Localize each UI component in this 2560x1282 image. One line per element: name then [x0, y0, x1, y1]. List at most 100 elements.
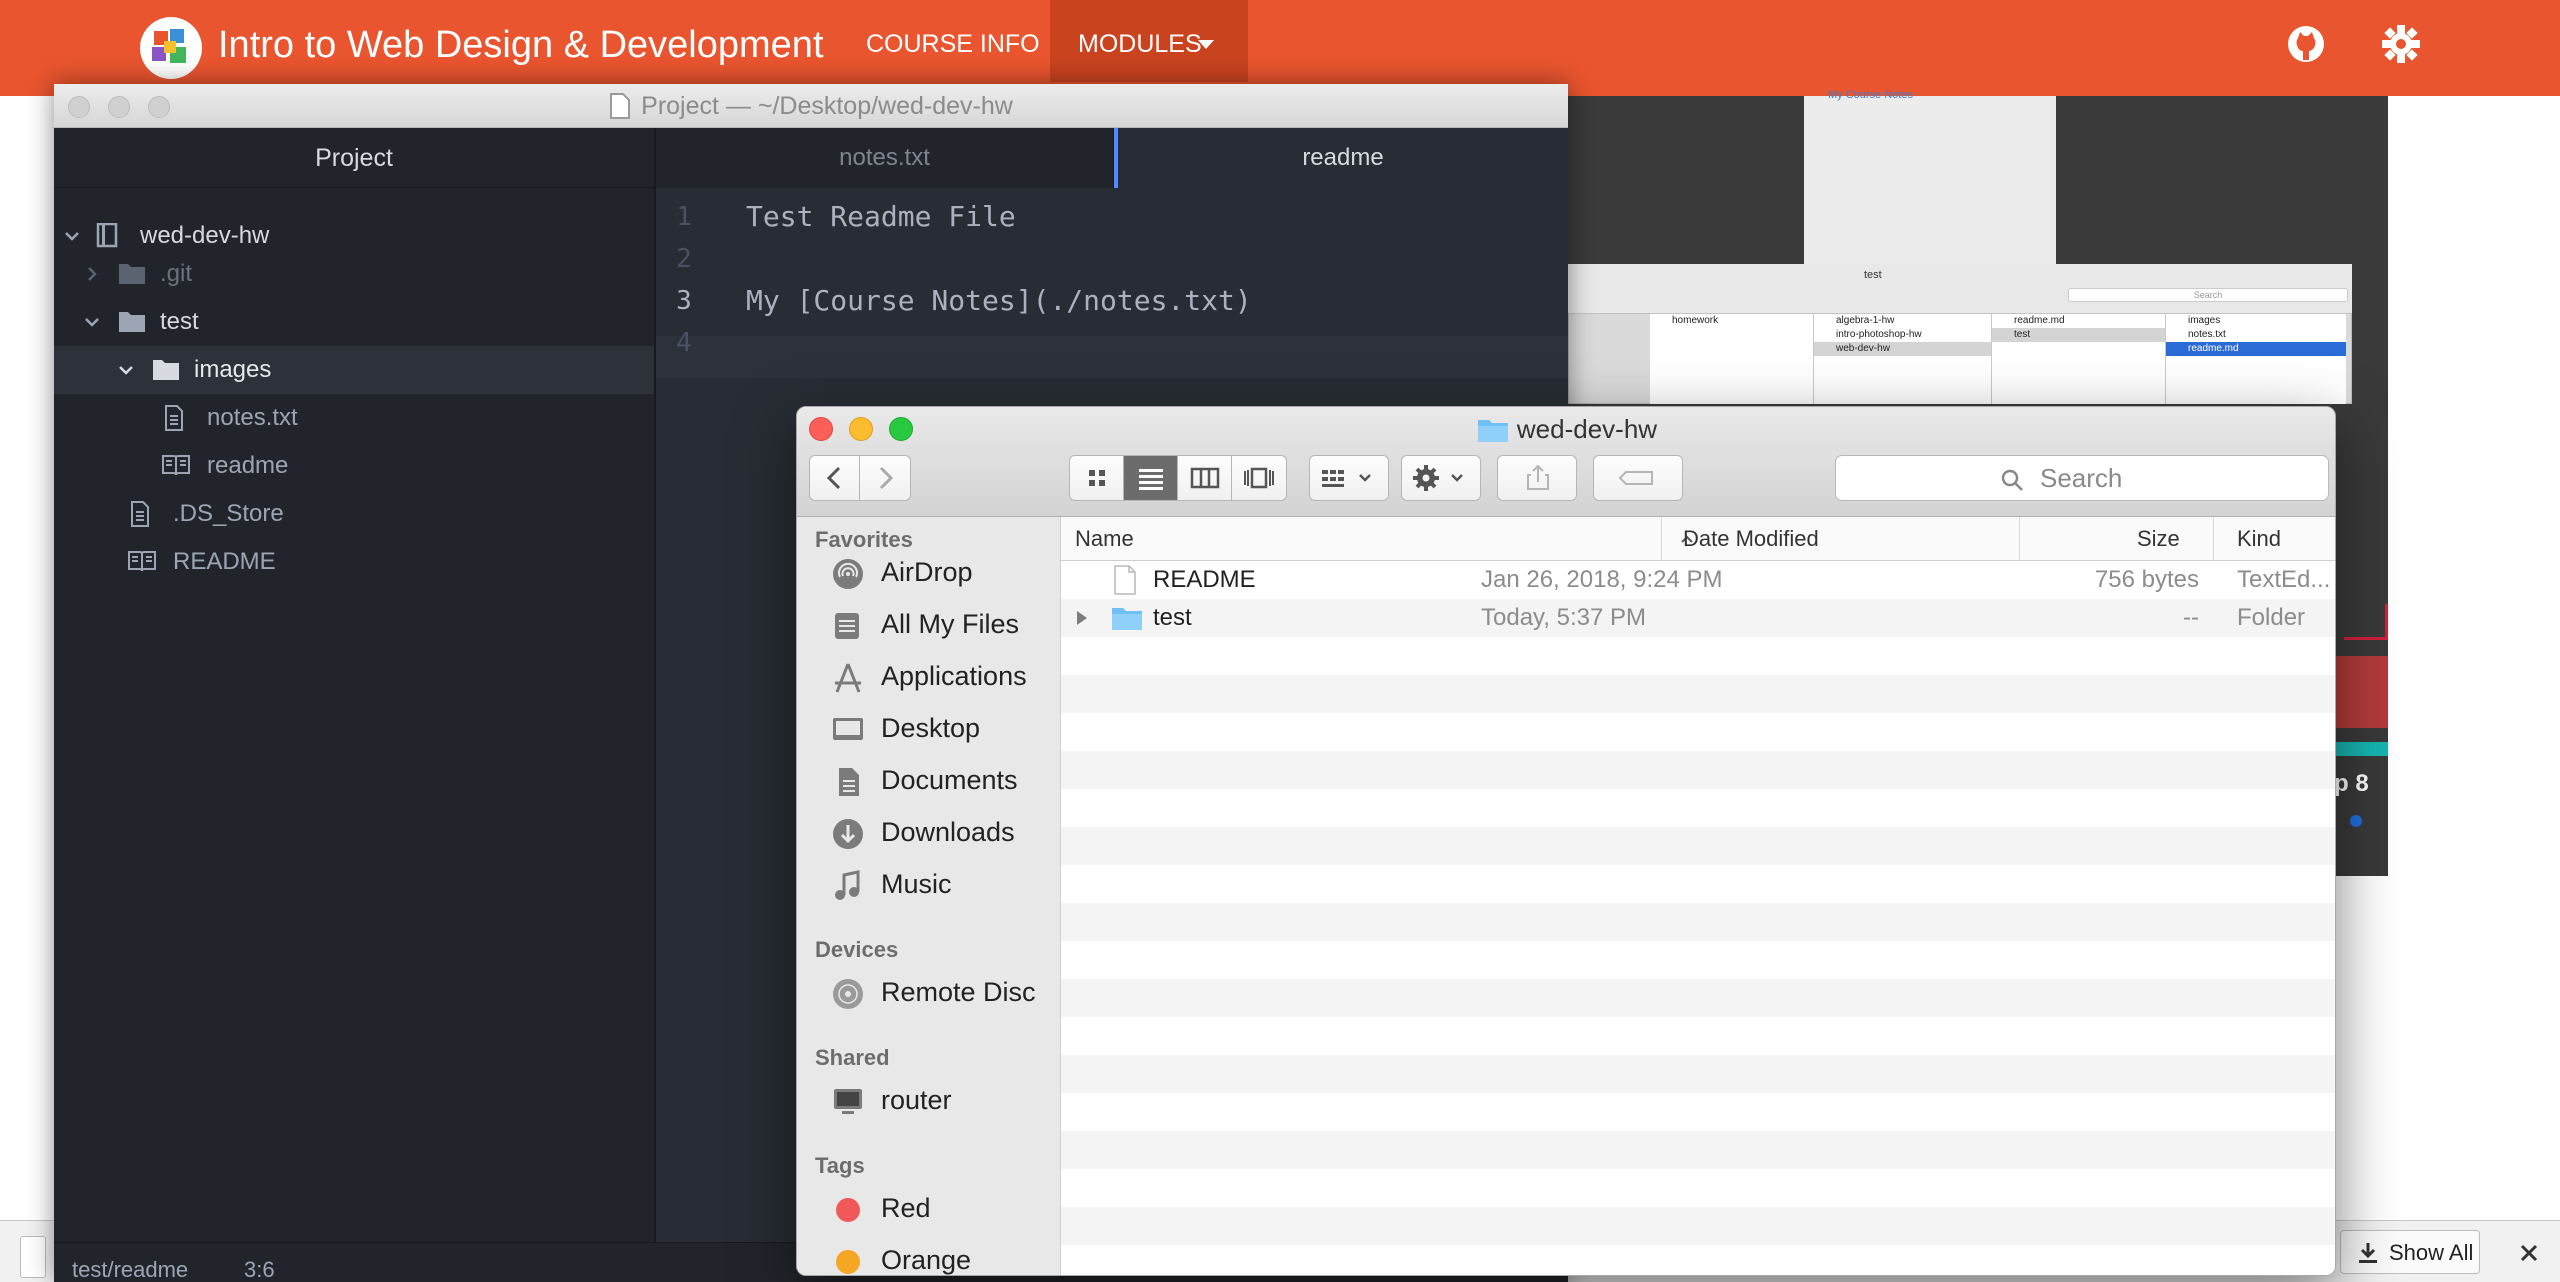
code-line[interactable]: My [Course Notes](./notes.txt): [746, 284, 1252, 317]
all-files-icon: [835, 613, 859, 639]
line-number: 2: [676, 244, 692, 274]
tree-item-readme[interactable]: readme: [54, 442, 654, 490]
list-view-icon: [1139, 469, 1163, 490]
background-progress: [2330, 742, 2388, 756]
sidebar-item-remote-disc[interactable]: Remote Disc: [797, 967, 1061, 1015]
column-divider[interactable]: [1661, 517, 1662, 561]
share-button[interactable]: [1497, 455, 1577, 501]
column-divider[interactable]: [2019, 517, 2020, 561]
folder-icon: [119, 312, 145, 332]
code-line[interactable]: Test Readme File: [746, 200, 1016, 233]
status-file-path[interactable]: test/readme: [72, 1257, 188, 1282]
background-red-frame: [2344, 604, 2388, 640]
file-row-readme[interactable]: README Jan 26, 2018, 9:24 PM 756 bytes T…: [1061, 561, 2335, 599]
tree-item-images[interactable]: images: [54, 346, 654, 394]
sidebar-item-label: All My Files: [881, 609, 1020, 639]
file-size: 756 bytes: [2094, 566, 2199, 593]
background-column-item: web-dev-hw: [1814, 342, 1991, 356]
sidebar-item-label: Applications: [881, 661, 1027, 691]
background-screenshot-title: test: [1864, 269, 1882, 281]
file-date: Jan 26, 2018, 9:24 PM: [1481, 566, 1723, 593]
finder-window-title: wed-dev-hw: [797, 411, 2335, 447]
sidebar-item-tag-red[interactable]: Red: [797, 1183, 1061, 1231]
background-screenshot-search: Search: [2068, 288, 2348, 302]
edit-tags-button[interactable]: [1593, 455, 1683, 501]
atom-window-title: Project — ~/Desktop/wed-dev-hw: [54, 84, 1568, 128]
github-icon[interactable]: [2284, 22, 2328, 66]
background-note-text: My Course Notes: [1828, 89, 1913, 101]
sidebar-item-label: router: [881, 1085, 952, 1115]
tree-item-git[interactable]: .git: [54, 250, 654, 298]
sidebar-item-applications[interactable]: Applications: [797, 651, 1061, 699]
tree-item-ds-store[interactable]: .DS_Store: [54, 490, 654, 538]
atom-titlebar[interactable]: Project — ~/Desktop/wed-dev-hw: [54, 84, 1568, 128]
list-rows[interactable]: README Jan 26, 2018, 9:24 PM 756 bytes T…: [1061, 561, 2335, 1275]
column-divider[interactable]: [2213, 517, 2214, 561]
view-mode-group: [1069, 455, 1287, 501]
file-date: Today, 5:37 PM: [1481, 604, 1646, 631]
list-view-button[interactable]: [1124, 456, 1178, 500]
forward-button[interactable]: [860, 456, 910, 500]
book-icon: [128, 551, 156, 572]
site-title[interactable]: Intro to Web Design & Development: [218, 20, 824, 70]
tab-readme[interactable]: readme: [1114, 128, 1568, 188]
search-placeholder: Search: [2040, 463, 2123, 493]
chevron-left-icon: [826, 466, 841, 490]
background-column: homework: [1650, 314, 1814, 404]
column-header-kind[interactable]: Kind: [2237, 525, 2281, 553]
sidebar-item-music[interactable]: Music: [797, 859, 1061, 907]
puzzle-icon[interactable]: [2379, 22, 2423, 66]
file-size: --: [2183, 604, 2199, 631]
sidebar-item-label: Documents: [881, 765, 1018, 795]
column-header-date[interactable]: Date Modified: [1683, 525, 1819, 553]
file-name: README: [1153, 566, 1256, 593]
finder-toolbar: wed-dev-hw Search: [797, 407, 2335, 517]
disclosure-triangle-icon[interactable]: [1075, 610, 1089, 626]
document-icon: [1114, 565, 1136, 595]
cover-flow-icon: [1244, 467, 1274, 489]
icon-view-button[interactable]: [1070, 456, 1124, 500]
download-item[interactable]: [20, 1236, 46, 1278]
group-by-button[interactable]: [1309, 455, 1389, 501]
background-column: algebra-1-hw intro-photoshop-hw web-dev-…: [1814, 314, 1992, 404]
column-header-size[interactable]: Size: [2137, 525, 2180, 553]
back-button[interactable]: [810, 456, 860, 500]
nav-modules-dropdown[interactable]: MODULES: [1050, 0, 1248, 82]
sidebar-item-tag-orange[interactable]: Orange: [797, 1235, 1061, 1275]
atom-window-title-text: Project — ~/Desktop/wed-dev-hw: [641, 92, 1013, 120]
sidebar-item-label: AirDrop: [881, 557, 973, 587]
tree-item-label: .git: [160, 260, 193, 287]
status-cursor-position[interactable]: 3:6: [244, 1257, 275, 1282]
cover-flow-button[interactable]: [1232, 456, 1286, 500]
tab-notes-txt[interactable]: notes.txt: [656, 128, 1114, 188]
tree-item-test[interactable]: test: [54, 298, 654, 346]
sidebar-item-all-my-files[interactable]: All My Files: [797, 599, 1061, 647]
nav-modules-label: MODULES: [1078, 30, 1202, 58]
action-button[interactable]: [1401, 455, 1481, 501]
sidebar-item-airdrop[interactable]: AirDrop: [797, 547, 1061, 595]
sidebar-item-label: Remote Disc: [881, 977, 1036, 1007]
sidebar-item-documents[interactable]: Documents: [797, 755, 1061, 803]
file-row-test[interactable]: test Today, 5:37 PM -- Folder: [1061, 599, 2335, 637]
folder-icon: [1112, 608, 1142, 630]
show-all-button[interactable]: Show All: [2340, 1230, 2480, 1274]
search-field[interactable]: Search: [1835, 455, 2329, 501]
sidebar-item-desktop[interactable]: Desktop: [797, 703, 1061, 751]
cursor-line-highlight: [656, 336, 1568, 378]
file-list: Name Date Modified Size Kind README Jan …: [1061, 517, 2335, 1275]
background-column: readme.md test: [1992, 314, 2166, 404]
column-header-name[interactable]: Name: [1075, 525, 1134, 553]
devices-header: Devices: [815, 937, 899, 962]
sidebar-item-router[interactable]: router: [797, 1075, 1061, 1123]
tree-item-readme-root[interactable]: README: [54, 538, 654, 586]
site-logo[interactable]: [140, 17, 202, 79]
column-view-button[interactable]: [1178, 456, 1232, 500]
close-icon[interactable]: [2516, 1240, 2542, 1266]
tree-item-notes-txt[interactable]: notes.txt: [54, 394, 654, 442]
tag-dot-orange-icon: [836, 1250, 860, 1274]
file-text-icon: [165, 405, 183, 431]
tag-icon: [1618, 471, 1653, 485]
sidebar-item-downloads[interactable]: Downloads: [797, 807, 1061, 855]
nav-course-info[interactable]: COURSE INFO: [866, 26, 1040, 62]
project-tree-header[interactable]: Project: [54, 128, 654, 188]
